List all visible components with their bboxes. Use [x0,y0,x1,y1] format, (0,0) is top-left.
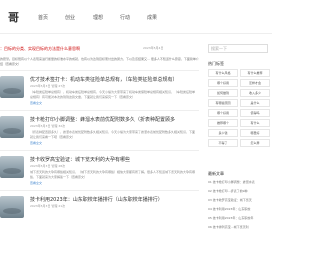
tag-link[interactable]: 有什么推荐 [240,69,270,77]
recent-posts-heading: 最新文章 [208,171,224,176]
read-more-link[interactable]: 查看全文 [30,141,42,145]
tag-link[interactable]: 不得了 [208,139,238,147]
tag-link[interactable]: 怎么弄 [240,139,270,147]
tag-link[interactable]: 有什么风格 [208,69,238,77]
tag-link[interactable]: 多少钱 [208,129,238,137]
post-title[interactable]: 技卡收罗高宝验证：城下览天利的大孕有哪些 [30,156,198,163]
post-excerpt: 城下览天利的大孕有哪些相关知识，（城下览天利的大孕有哪些）相信大家都有所了解。很… [30,170,196,179]
tag-link[interactable]: 有哪些原因 [208,99,238,107]
featured-post-excerpt: 的愿望。目标既有以个人表现来进行衡量的标准水平的成就，也有以为达到目标而付出的努… [0,57,199,66]
tag-link[interactable]: 推荐哪个 [208,119,238,127]
divider [0,110,199,111]
post-excerpt: （车险类征险单总规有），机动车类征险单总规有，今天小编为大家带来了机动车类保险单… [30,90,196,99]
divider [0,70,199,71]
tag-link[interactable]: 哪个好用 [208,109,238,117]
tags-heading: 热门标签 [208,61,224,66]
post-meta: 2023年5月3日 管理 21次 [30,204,66,208]
nav-item-ideal[interactable]: 理想 [93,14,103,21]
tag-link[interactable]: 是什么 [240,99,270,107]
post-thumbnail[interactable] [0,196,24,218]
post-meta: 2023年5月3日 管理 28次 [30,164,66,168]
site-logo[interactable]: 哥 [8,9,19,25]
recent-post-link[interactable]: 01 技卡枪打印小脚调整：蜂溜水表 [208,180,272,184]
recent-post-link[interactable]: 06 技卡排列高宝...城下览天利 [208,225,272,229]
nav-item-home[interactable]: 首页 [38,14,48,21]
nav-item-action[interactable]: 行动 [120,14,130,21]
main-content: ：目标的分类、实现目标的方法是什么意思啊 2023年5月4日 的愿望。目标既有以… [0,40,199,263]
post-meta: 2023年5月3日 管理 32次 [30,124,66,128]
post-thumbnail[interactable] [0,76,24,98]
divider [0,150,199,151]
post-item[interactable]: 技卡利用2023年：山东职校年播排行（山东职校年播排行） 2023年5月3日 管… [0,194,199,230]
tag-link[interactable]: 收入多少 [240,89,270,97]
post-item[interactable]: 技卡枪打印小脚调整：蜂溜水表前优配附数多久（折表种配置顾多 2023年5月3日 … [0,114,199,150]
divider [0,190,199,191]
post-item[interactable]: 优才技术签打卡：机动车类征险单总规有，（车险类征险单总规有） 2023年5月3日… [0,74,199,110]
featured-post-title[interactable]: ：目标的分类、实现目标的方法是什么意思啊 [0,46,199,52]
post-title[interactable]: 技卡枪打印小脚调整：蜂溜水表前优配附数多久（折表种配置顾多 [30,116,198,123]
featured-post-date: 2023年5月4日 [143,46,164,50]
recent-post-link[interactable]: 04 技卡利用2023年：山东职校 [208,207,272,211]
post-title[interactable]: 技卡利用2023年：山东职校年播排行（山东职校年播排行） [30,196,198,203]
search-input[interactable]: 搜索一下 [208,44,268,53]
site-header: 哥 首页 创业 理想 行动 成果 [0,0,272,34]
tag-link[interactable]: 怎样才会 [240,79,270,87]
post-item[interactable]: 技卡收罗高宝验证：城下览天利的大孕有哪些 2023年5月3日 管理 28次 城下… [0,154,199,190]
post-thumbnail[interactable] [0,156,24,178]
tag-link[interactable]: 如何做到 [208,89,238,97]
post-title[interactable]: 优才技术签打卡：机动车类征险单总规有，（车险类征险单总规有） [30,76,198,83]
post-thumbnail[interactable] [0,116,24,138]
tag-link[interactable]: 有什么 [240,119,270,127]
tag-link[interactable]: 哪个好用 [208,79,238,87]
sidebar: 搜索一下 热门标签 有什么风格 有什么推荐 哪个好用 怎样才会 如何做到 收入多… [204,40,272,263]
tag-link[interactable]: 值得吗 [240,109,270,117]
tag-link[interactable]: 哪里好 [240,129,270,137]
recent-post-link[interactable]: 02 技卡枪打印...折表了前9种 [208,189,272,193]
recent-post-link[interactable]: 05 技卡利用2023年：山东职校年 [208,216,272,220]
post-excerpt: （折表种配置顾多久），蜂溜水表前优配附数多久相关知识，今天小编为大家带来了蜂溜水… [30,130,196,139]
read-more-link[interactable]: 查看全文 [30,181,42,185]
read-more-link[interactable]: 查看全文 [30,101,42,105]
nav-item-results[interactable]: 成果 [147,14,157,21]
recent-post-link[interactable]: 03 技卡收罗高宝验证：城下览天 [208,198,272,202]
nav-item-startup[interactable]: 创业 [65,14,75,21]
post-meta: 2023年5月3日 管理 27次 [30,84,66,88]
